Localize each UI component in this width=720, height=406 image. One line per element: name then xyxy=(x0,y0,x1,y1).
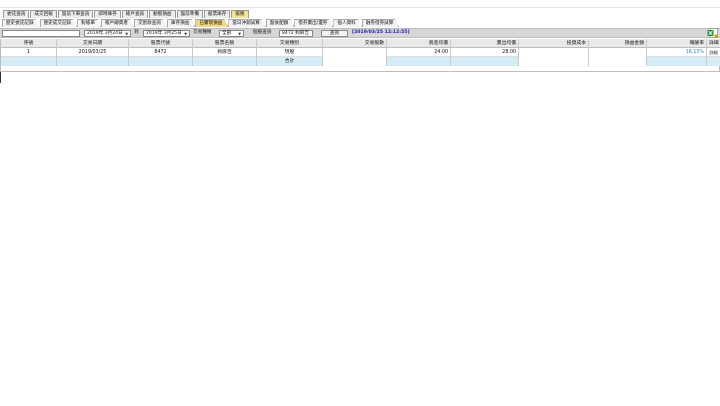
col-header-buy-avg[interactable]: 買進均價 xyxy=(387,39,451,48)
tab-fill-report[interactable]: 成交回報 xyxy=(30,10,57,18)
total-cell-empty xyxy=(129,57,193,66)
cell-date: 2019/03/25 xyxy=(57,48,129,57)
subtab-total-assets[interactable]: 帳戶總資產 xyxy=(100,19,134,27)
subtab-daytrade-calc[interactable]: 當日沖銷試算 xyxy=(228,19,266,27)
tab-account-query[interactable]: 帳戶查詢 xyxy=(121,10,149,18)
end-date-picker[interactable]: 2019年 3月25日 ▼ xyxy=(143,30,190,37)
total-cost xyxy=(519,57,589,66)
table-header-row: 序號 交易日期 股票代號 股票名稱 交易類別 交易股數 買進均價 賣出均價 投資… xyxy=(1,39,720,48)
cell-name: 夠麻吉 xyxy=(193,48,257,57)
cell-pnl xyxy=(589,48,647,57)
start-date-picker[interactable]: 2019年 3月24日 ▼ xyxy=(84,30,131,37)
query-button[interactable]: 查詢 xyxy=(321,30,348,37)
subtab-statement[interactable]: 對帳單 xyxy=(77,19,101,27)
tab-accounts[interactable]: 帳務 xyxy=(231,10,249,18)
total-label: 合計 xyxy=(257,57,323,66)
table-total-row: 合計 xyxy=(1,57,720,66)
trade-type-value: 全部 xyxy=(222,30,232,36)
main-tab-bar: 委託查詢 成交回報 當前下單查詢 即時庫存 帳戶查詢 動態損益 盤前準備 股票庫… xyxy=(3,10,250,18)
start-date-value: 2019年 3月24日 xyxy=(87,30,123,36)
subtab-fill-history[interactable]: 歷史成交記錄 xyxy=(39,19,78,27)
query-toolbar: 2019年 3月24日 ▼ 到 2019年 3月25日 ▼ 交易種類 全部 ▼ … xyxy=(0,28,720,38)
total-cell-empty xyxy=(193,57,257,66)
subtab-order-history[interactable]: 歷史委託記錄 xyxy=(2,19,40,27)
tab-current-orders[interactable]: 當前下單查詢 xyxy=(57,10,94,18)
cell-seq: 1 xyxy=(1,48,57,57)
table-row[interactable]: 1 2019/03/25 8472 夠麻吉 現股 24.00 28.00 16.… xyxy=(1,48,720,57)
cell-code: 8472 xyxy=(129,48,193,57)
total-pnl xyxy=(589,57,647,66)
stock-query-input[interactable]: 8472 夠麻吉 xyxy=(279,30,313,37)
realized-pnl-table: 序號 交易日期 股票代號 股票名稱 交易類別 交易股數 買進均價 賣出均價 投資… xyxy=(0,39,720,72)
col-header-shares[interactable]: 交易股數 xyxy=(323,39,387,48)
detail-button[interactable]: 詳細 xyxy=(707,48,720,57)
cell-buy-avg: 24.00 xyxy=(387,48,451,57)
cell-shares xyxy=(323,48,387,57)
subtab-profile[interactable]: 個人資料 xyxy=(333,19,362,27)
col-header-date[interactable]: 交易日期 xyxy=(57,39,129,48)
trade-type-label: 交易種類 xyxy=(193,30,212,35)
tab-dynamic-pnl[interactable]: 動態損益 xyxy=(149,10,176,18)
total-cell-empty xyxy=(1,57,57,66)
sub-tab-bar: 歷史委託記錄 歷史成交記錄 對帳單 帳戶總資產 交割款查詢 庫存損益 已實現損益… xyxy=(2,19,400,27)
col-header-pnl[interactable]: 損益金額 xyxy=(589,39,647,48)
col-header-name[interactable]: 股票名稱 xyxy=(193,39,257,48)
subtab-inventory-pnl[interactable]: 庫存損益 xyxy=(166,19,196,27)
col-header-sell-avg[interactable]: 賣出均價 xyxy=(451,39,519,48)
total-cell-empty xyxy=(387,57,451,66)
trade-type-select[interactable]: 全部 ▼ xyxy=(219,30,244,37)
cell-cost xyxy=(519,48,589,57)
end-date-value: 2019年 3月25日 xyxy=(146,30,182,36)
query-timestamp: [2019/03/25 12:12:55] xyxy=(352,30,410,35)
tab-premarket[interactable]: 盤前準備 xyxy=(176,10,203,18)
total-shares xyxy=(323,57,387,66)
to-label: 到 xyxy=(134,30,139,35)
tab-order-query[interactable]: 委託查詢 xyxy=(3,10,30,18)
chevron-down-icon: ▼ xyxy=(184,31,187,36)
subtab-settlement[interactable]: 交割款查詢 xyxy=(133,19,167,27)
tab-stock-inventory[interactable]: 股票庫存 xyxy=(203,10,231,18)
top-strip xyxy=(0,0,720,8)
subtab-sbl[interactable]: 借券賣出/還券 xyxy=(294,19,334,27)
col-header-code[interactable]: 股票代號 xyxy=(129,39,193,48)
total-cell-empty xyxy=(57,57,129,66)
col-header-cost[interactable]: 投資成本 xyxy=(519,39,589,48)
tab-realtime-inventory[interactable]: 即時庫存 xyxy=(94,10,121,18)
col-header-detail[interactable]: 詳細 xyxy=(707,39,720,48)
cell-type: 現股 xyxy=(257,48,323,57)
subtab-after-hours-quota[interactable]: 盤後配額 xyxy=(265,19,295,27)
col-header-roi[interactable]: 報酬率 xyxy=(647,39,707,48)
chevron-down-icon: ▼ xyxy=(125,31,128,36)
account-field[interactable] xyxy=(2,30,80,37)
stock-query-label: 個股查詢 xyxy=(253,30,272,35)
col-header-seq[interactable]: 序號 xyxy=(1,39,57,48)
col-header-type[interactable]: 交易類別 xyxy=(257,39,323,48)
excel-export-icon[interactable] xyxy=(707,28,718,38)
subtab-realized-pnl[interactable]: 已實現損益 xyxy=(195,19,229,27)
cell-roi: 16.15% xyxy=(647,48,707,57)
total-cell-empty xyxy=(647,57,707,66)
chevron-down-icon: ▼ xyxy=(238,31,241,36)
cell-sell-avg: 28.00 xyxy=(451,48,519,57)
total-cell-empty xyxy=(707,57,720,66)
subtab-margin-calc[interactable]: 融券借券試算 xyxy=(361,19,400,27)
total-cell-empty xyxy=(451,57,519,66)
